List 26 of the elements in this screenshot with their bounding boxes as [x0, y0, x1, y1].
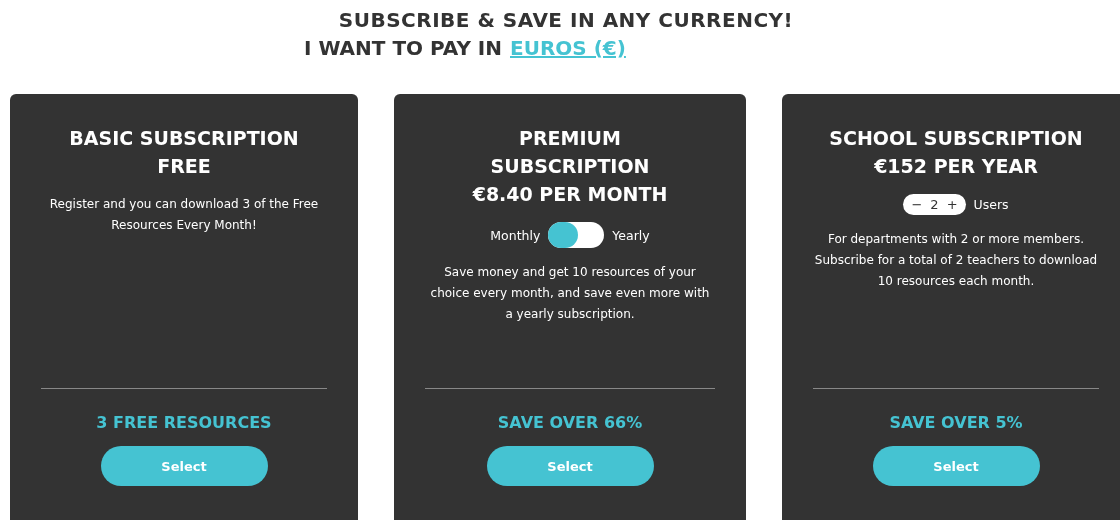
select-button[interactable]: Select: [486, 446, 654, 486]
currency-prompt: I WANT TO PAY IN: [304, 36, 502, 60]
plan-description: Register and you can download 3 of the Free Resources Every Month!: [48, 196, 320, 234]
plan-description: Save money and get 10 resources of your choice every month, and save even more with a yearly subscription.: [429, 264, 711, 323]
stepper-label: Users: [973, 197, 1009, 212]
toggle-label: Yearly: [612, 227, 650, 243]
plus-button[interactable]: +: [946, 197, 958, 212]
plan-description: For departments with 2 or more members. Subscribe for a total of 2 teachers to download 10 resources each month.: [813, 231, 1099, 290]
select-button[interactable]: Select: [100, 446, 268, 486]
plan-price: €8.40 PER MONTH: [472, 182, 668, 207]
plan-price: FREE: [157, 154, 211, 179]
billing-toggle[interactable]: [548, 222, 605, 248]
plan-highlight: 3 FREE RESOURCES: [96, 413, 272, 432]
plan-price: €152 PER YEAR: [874, 154, 1038, 179]
user-stepper[interactable]: − 2 +: [903, 194, 966, 215]
page-title: SUBSCRIBE & SAVE IN ANY CURRENCY!: [338, 8, 794, 32]
user-count: 2: [930, 197, 939, 212]
plan-highlight: SAVE OVER 5%: [889, 413, 1023, 432]
plan-title: SCHOOL SUBSCRIPTION: [829, 126, 1083, 151]
select-button[interactable]: Select: [872, 446, 1040, 486]
minus-button[interactable]: −: [911, 197, 923, 212]
plan-highlight: SAVE OVER 66%: [497, 413, 643, 432]
currency-link[interactable]: EUROS (€): [510, 36, 626, 60]
toggle-label: Monthly: [490, 227, 541, 243]
plan-title: PREMIUM SUBSCRIPTION: [489, 126, 651, 179]
plan-title: BASIC SUBSCRIPTION: [69, 126, 299, 151]
